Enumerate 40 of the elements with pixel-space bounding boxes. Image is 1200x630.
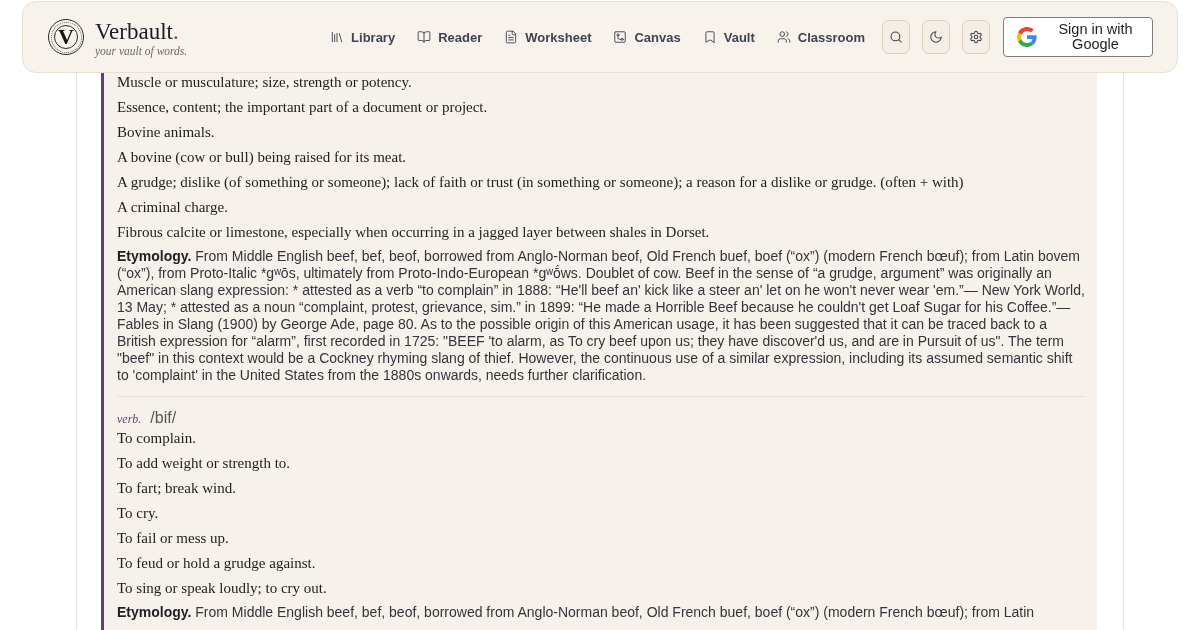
document-icon	[504, 30, 519, 44]
search-button[interactable]	[882, 20, 910, 54]
open-book-icon	[417, 30, 432, 44]
definition-text: To add weight or strength to.	[117, 454, 292, 473]
definition-text: To sing or speak loudly; to cry out.	[117, 579, 328, 598]
definition-text: Essence, content; the important part of a document or project.	[117, 98, 489, 117]
settings-button[interactable]	[962, 20, 990, 54]
moon-icon	[929, 30, 943, 44]
brand-name: Verbault.	[95, 18, 180, 44]
people-icon	[776, 30, 791, 44]
definition-text: Bovine animals.	[117, 123, 216, 142]
google-sign-in-button[interactable]: Sign in with Google	[1003, 17, 1153, 57]
etymology-text: Etymology. From Middle English beef, bef, beof, borrowed from Anglo-Norman beof, Old French buef, boef (“ox”) (modern French bœuf); from Latin	[117, 604, 1036, 621]
definition-text: To fail or mess up.	[117, 529, 230, 548]
g-logo-icon	[1017, 27, 1037, 47]
nav-link[interactable]: Worksheet	[504, 25, 592, 49]
nav-link[interactable]: Classroom	[776, 25, 865, 49]
bookmark-icon	[702, 30, 717, 44]
theme-toggle-button[interactable]	[922, 20, 950, 54]
etymology-text: Etymology. From Middle English beef, bef, beof, borrowed from Anglo-Norman beof, Old French buef, boef (“ox”) (modern French bœuf); from Latin bovem (“ox”), from Proto-Italic *gʷōs, ultimately from Proto-Indo-European *gʷṓws. Doublet of cow. Beef in the sense of “a grudge, argument” was originally an American slang expression: * attested as a verb “to complain” in 1888: “He'll beef an' kick like a steer an' let on he won't never wear 'em.”— New York World, 13 May; * attested as a noun “complaint, protest, grievance, sim.” in 1899: “He made a Horrible Beef because he couldn't get Loaf Sugar for his Coffee.”—Fables in Slang (1900) by George Ade, page 80. As to the possible origin of this American usage, it has been suggested that it can be traced back to a British expression for “alarm”, first recorded in 1725: "BEEF 'to alarm, as To cry beef upon us; they have discover'd us, and are in Pursuit of us". The term "beef" in this context would be a Cockney rhyming slang of thief. However, the continuous use of a similar expression, including its assumed semantic shift to 'complaint' in the United States from the 1880s onwards, needs further clarification.	[117, 248, 1085, 384]
definition-text: Muscle or musculature; size, strength or potency.	[117, 73, 413, 92]
nav-link[interactable]: Canvas	[613, 25, 681, 49]
part-of-speech: verb.	[117, 411, 142, 428]
definition-text: A criminal charge.	[117, 198, 229, 217]
definition-text: Fibrous calcite or limestone, especially when occurring in a jagged layer between shales in Dorset.	[117, 223, 711, 242]
definition-text: A grudge; dislike (of something or someone); lack of faith or trust (in something or someone); a reason for a dislike or grudge. (often + with)	[117, 173, 965, 192]
search-icon	[889, 30, 903, 44]
books-icon	[330, 30, 345, 44]
pronunciation: /bif/	[150, 408, 177, 428]
definition-text: A bovine (cow or bull) being raised for its meat.	[117, 148, 408, 167]
definition-text: To cry.	[117, 504, 160, 523]
nav-link[interactable]: Library	[330, 25, 396, 49]
settings-icon	[969, 30, 983, 44]
nav-link[interactable]: Vault	[702, 25, 755, 49]
definition-text: To fart; break wind.	[117, 479, 237, 498]
diagram-icon	[613, 30, 628, 44]
tagline: your vault of words.	[95, 43, 188, 59]
definition-text: To feud or hold a grudge against.	[117, 554, 317, 573]
definition-text: To complain.	[117, 429, 197, 448]
nav-link[interactable]: Reader	[417, 25, 483, 49]
